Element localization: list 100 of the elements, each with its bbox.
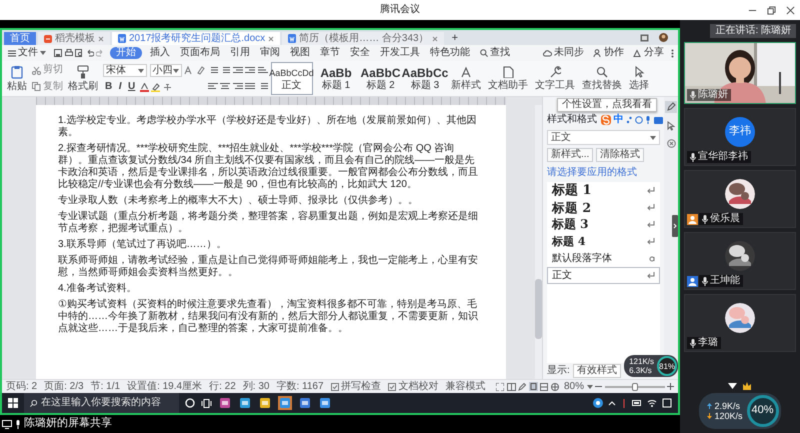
outdent-icon[interactable]	[232, 66, 242, 75]
document-tab[interactable]: 2017报考研究生问题汇总.docx	[112, 32, 280, 45]
select-button[interactable]: 选择	[627, 62, 651, 95]
find-replace-button[interactable]: 查找替换	[580, 62, 624, 95]
help-icon[interactable]	[593, 398, 603, 408]
justify-icon[interactable]	[245, 82, 255, 92]
ime-mode[interactable]: 中	[614, 114, 624, 126]
show-select[interactable]: 有效样式	[572, 364, 621, 378]
panel-button[interactable]: 清除格式	[596, 148, 644, 162]
underline-button[interactable]: U	[126, 81, 138, 93]
indent-icon[interactable]	[245, 66, 255, 75]
zoom-out-icon[interactable]	[595, 383, 602, 390]
style-item[interactable]: 标题 1	[547, 182, 660, 199]
task-view-icon[interactable]	[201, 398, 212, 408]
style-item[interactable]: 标题 3	[547, 216, 660, 233]
style-dropdown[interactable]: 正文	[547, 130, 660, 145]
menu-tab[interactable]: 插入	[148, 47, 172, 59]
save-icon[interactable]	[54, 49, 62, 57]
slider-thumb[interactable]	[632, 382, 638, 390]
caret-icon[interactable]	[586, 384, 592, 388]
app-icon[interactable]	[318, 396, 332, 410]
crown-icon[interactable]	[742, 381, 752, 391]
toolbar-link[interactable]: 未同步	[541, 47, 586, 59]
new-tab-button[interactable]: +	[446, 32, 464, 45]
style-preset[interactable]: AaBb 标题 1	[315, 62, 357, 95]
battery-icon[interactable]	[632, 400, 642, 406]
style-item[interactable]: 默认段落字体	[547, 250, 660, 267]
punctuation-icon[interactable]	[626, 116, 632, 124]
app-icon[interactable]	[298, 396, 312, 410]
book-icon[interactable]	[506, 382, 516, 390]
zoom-in-icon[interactable]	[667, 383, 674, 390]
mic-icon[interactable]	[645, 116, 651, 124]
close-icon[interactable]	[786, 6, 795, 14]
paste-button[interactable]: 粘贴	[5, 62, 29, 95]
preview-icon[interactable]	[75, 49, 83, 57]
pen-icon[interactable]	[518, 382, 526, 390]
pen-icon[interactable]	[665, 101, 677, 113]
search-button[interactable]: 查找	[478, 47, 512, 59]
status-toggle[interactable]: 拼写检查	[330, 380, 382, 392]
format-painter-button[interactable]: 格式刷	[66, 62, 100, 95]
cortana-icon[interactable]	[185, 398, 195, 408]
font-field[interactable]: 宋体	[103, 64, 147, 77]
menu-tab[interactable]: 开发工具	[378, 47, 422, 59]
windows-icon[interactable]	[8, 398, 18, 408]
document-tab[interactable]: 稻壳模板	[38, 32, 110, 45]
font-size-field[interactable]: 小四	[150, 64, 182, 77]
status-toggle[interactable]: 文档校对	[388, 380, 439, 392]
restore-icon[interactable]	[767, 6, 776, 14]
avatar-icon[interactable]	[659, 33, 668, 42]
style-item[interactable]: 标题 4	[547, 233, 660, 250]
zoom-text[interactable]: 80%	[564, 380, 584, 392]
document-tab[interactable]: 简历（模板用…… 合分343）	[282, 32, 444, 45]
more-icon[interactable]	[671, 48, 674, 58]
style-preset[interactable]: AaBbCcDd 正文	[270, 62, 312, 95]
align-right-icon[interactable]	[232, 82, 242, 92]
app-icon[interactable]	[258, 396, 272, 410]
window-icon[interactable]	[640, 34, 649, 42]
print-icon[interactable]	[64, 49, 72, 57]
ime-logo-icon[interactable]	[601, 115, 611, 125]
wifi-icon[interactable]	[647, 399, 657, 407]
app-icon[interactable]	[218, 396, 232, 410]
menu-tab[interactable]: 审阅	[258, 47, 282, 59]
numbered-list-icon[interactable]	[220, 66, 230, 75]
align-left-icon[interactable]	[208, 82, 218, 92]
page-view-icon[interactable]	[528, 382, 538, 391]
web-view-icon[interactable]	[550, 382, 559, 390]
outline-view-icon[interactable]	[540, 382, 548, 390]
menu-tab[interactable]: 安全	[348, 47, 372, 59]
collapse-handle-icon[interactable]	[672, 215, 678, 237]
panel-button[interactable]: 新样式...	[547, 148, 594, 162]
fullscreen-icon[interactable]	[496, 382, 504, 390]
sort-icon[interactable]	[258, 66, 268, 75]
menu-tab[interactable]: 特色功能	[428, 47, 472, 59]
menu-tab[interactable]: 引用	[228, 47, 252, 59]
menu-tab[interactable]: 页面布局	[178, 47, 222, 59]
align-center-icon[interactable]	[220, 82, 230, 92]
text-tools-button[interactable]: 文字工具	[533, 62, 577, 95]
collapse-icon[interactable]	[728, 383, 737, 389]
toolbar-link[interactable]: 分享	[631, 47, 666, 59]
bold-button[interactable]: B	[103, 81, 114, 93]
app-icon[interactable]	[238, 396, 252, 410]
chevron-up-icon[interactable]	[608, 400, 616, 406]
undo-icon[interactable]	[86, 49, 94, 57]
highlight-icon[interactable]	[151, 82, 160, 92]
strikethrough-icon[interactable]	[162, 82, 172, 92]
style-preset[interactable]: AaBbCc 标题 3	[404, 62, 446, 95]
menu-tab[interactable]: 开始	[110, 47, 142, 59]
font-color-icon[interactable]	[140, 82, 149, 92]
notification-icon[interactable]	[662, 398, 672, 408]
clear-format-icon[interactable]	[196, 66, 204, 75]
document-tab[interactable]: 首页	[4, 32, 36, 45]
menu-tab[interactable]: 视图	[288, 47, 312, 59]
document-assistant-button[interactable]: 文档助手	[486, 62, 530, 95]
menu-tab[interactable]: 章节	[318, 47, 342, 59]
close-circle-icon[interactable]	[666, 139, 676, 148]
file-menu[interactable]: 文件	[6, 47, 48, 59]
toolbar-link[interactable]: 协作	[591, 47, 626, 59]
style-item[interactable]: 正文	[547, 267, 660, 284]
new-style-button[interactable]: 新样式	[449, 62, 483, 95]
style-preset[interactable]: AaBbC 标题 2	[360, 62, 402, 95]
